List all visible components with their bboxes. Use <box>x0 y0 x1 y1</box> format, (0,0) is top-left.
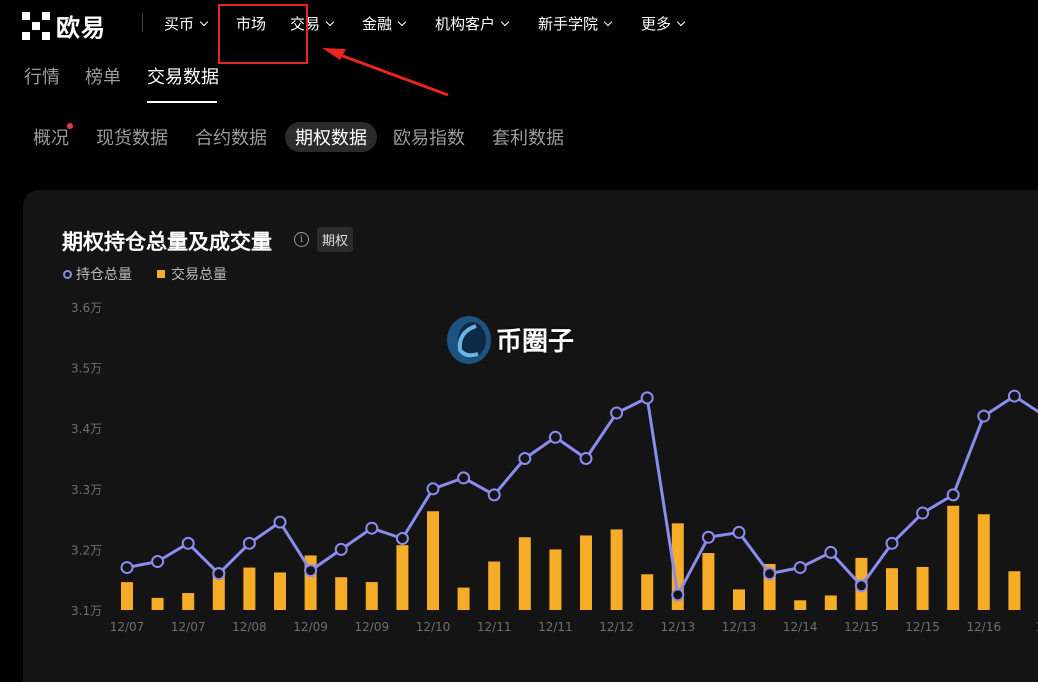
annotation-arrow <box>322 48 449 97</box>
